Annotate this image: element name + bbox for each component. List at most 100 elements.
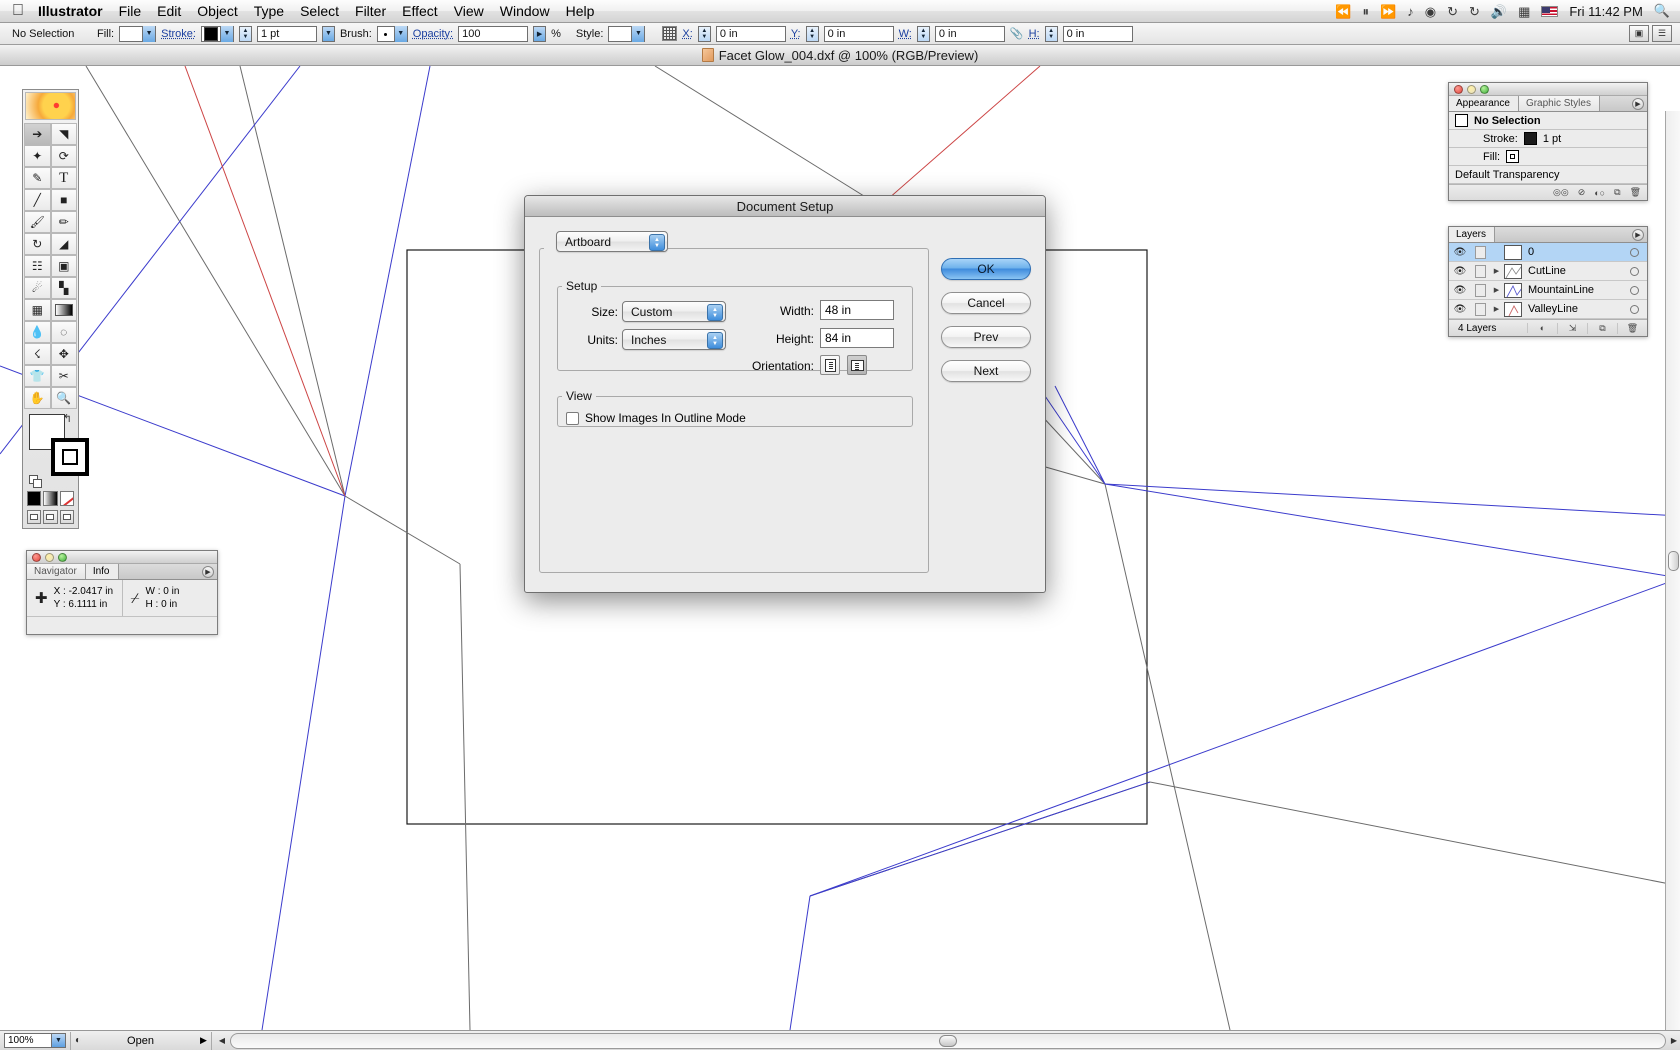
status-menu-arrow-icon[interactable]: ▶ — [200, 1035, 207, 1046]
music-note-icon[interactable]: ♪ — [1407, 5, 1414, 18]
control-bar-options-button[interactable]: ☰ — [1652, 25, 1672, 42]
chevron-down-icon[interactable]: ▼ — [220, 26, 233, 42]
menu-item-view[interactable]: View — [454, 3, 484, 19]
symbol-sprayer-tool[interactable]: ☄ — [24, 277, 51, 299]
menu-item-help[interactable]: Help — [566, 3, 595, 19]
menu-item-type[interactable]: Type — [254, 3, 284, 19]
target-indicator-icon[interactable] — [1621, 267, 1647, 276]
portrait-orientation-icon[interactable] — [820, 355, 840, 375]
show-images-outline-row[interactable]: Show Images In Outline Mode — [566, 411, 746, 425]
landscape-orientation-icon[interactable] — [847, 355, 867, 375]
clear-appearance-icon[interactable]: ⊘ — [1578, 187, 1586, 198]
layer-row-2[interactable]: 👁 ▶ MountainLine — [1449, 281, 1647, 300]
y-field[interactable]: 0 in — [824, 26, 894, 42]
x-stepper[interactable]: ▲▼ — [698, 26, 711, 42]
minimize-icon[interactable] — [45, 553, 54, 562]
x-field[interactable]: 0 in — [716, 26, 786, 42]
target-indicator-icon[interactable] — [1621, 305, 1647, 314]
horizontal-scrollbar[interactable] — [230, 1033, 1666, 1049]
appearance-fill-row[interactable]: Fill: — [1449, 148, 1647, 166]
chevron-updown-icon[interactable]: ▲▼ — [707, 304, 723, 321]
appearance-transparency-row[interactable]: Default Transparency — [1449, 166, 1647, 184]
menu-item-edit[interactable]: Edit — [157, 3, 181, 19]
column-graph-tool[interactable]: ▚ — [51, 277, 78, 299]
y-stepper[interactable]: ▲▼ — [806, 26, 819, 42]
lock-toggle-icon[interactable] — [1471, 246, 1489, 259]
vertical-scrollbar[interactable] — [1665, 111, 1680, 1050]
target-indicator-icon[interactable] — [1621, 286, 1647, 295]
disclosure-triangle-icon[interactable]: ▶ — [1489, 267, 1504, 275]
free-transform-tool[interactable]: ▣ — [51, 255, 78, 277]
lock-toggle-icon[interactable] — [1471, 284, 1489, 297]
show-images-outline-checkbox[interactable] — [566, 412, 579, 425]
palette-menu-icon[interactable]: ▶ — [1632, 229, 1644, 241]
layer-name[interactable]: MountainLine — [1528, 284, 1621, 296]
stroke-weight-stepper[interactable]: ▲▼ — [239, 26, 252, 42]
appearance-stroke-row[interactable]: Stroke: 1 pt — [1449, 130, 1647, 148]
selection-tool[interactable]: ➔ — [24, 123, 51, 145]
standard-screen-mode-button[interactable] — [27, 510, 41, 524]
layer-name[interactable]: 0 — [1528, 246, 1621, 258]
stroke-swatch[interactable]: ▼ — [201, 26, 234, 42]
stroke-color-swatch[interactable] — [51, 438, 89, 476]
fill-swatch[interactable]: ▼ — [119, 26, 156, 42]
full-screen-mode-button[interactable] — [60, 510, 74, 524]
eye-icon[interactable]: 👁 — [1449, 247, 1471, 258]
opacity-label[interactable]: Opacity: — [413, 28, 453, 40]
zoom-level-field[interactable]: 100% — [4, 1033, 52, 1048]
pencil-tool[interactable]: ✏ — [51, 211, 78, 233]
status-menu-icon[interactable]: ◐ — [75, 1035, 81, 1046]
size-dropdown[interactable]: Custom ▲▼ — [622, 301, 726, 322]
zoom-icon[interactable] — [58, 553, 67, 562]
pen-tool[interactable]: ✎ — [24, 167, 51, 189]
transform-panel-button[interactable]: ▣ — [1629, 25, 1649, 42]
live-paint-bucket-tool[interactable]: ☇ — [24, 343, 51, 365]
menu-item-object[interactable]: Object — [197, 3, 237, 19]
ok-button[interactable]: OK — [941, 258, 1031, 280]
palette-menu-icon[interactable]: ▶ — [202, 566, 214, 578]
spotlight-search-icon[interactable]: 🔍 — [1654, 3, 1670, 19]
full-screen-with-menubar-button[interactable] — [43, 510, 57, 524]
slice-tool[interactable]: 👕 — [24, 365, 51, 387]
live-paint-selection-tool[interactable]: ✥ — [51, 343, 78, 365]
document-title-bar[interactable]: Facet Glow_004.dxf @ 100% (RGB/Preview) — [0, 45, 1680, 66]
delete-selection-button[interactable]: 🗑 — [1617, 323, 1647, 334]
palette-menu-icon[interactable]: ▶ — [1632, 98, 1644, 110]
eye-icon[interactable]: 👁 — [1449, 266, 1471, 277]
units-dropdown[interactable]: Inches ▲▼ — [622, 329, 726, 350]
layer-name[interactable]: ValleyLine — [1528, 303, 1621, 315]
zoom-dropdown-icon[interactable]: ▼ — [52, 1033, 66, 1048]
stroke-label[interactable]: Stroke: — [161, 28, 196, 40]
status-text[interactable]: Open — [127, 1035, 154, 1047]
delete-item-icon[interactable]: 🗑 — [1630, 187, 1641, 198]
none-fill-mode-button[interactable] — [60, 491, 74, 506]
opacity-dropdown-icon[interactable]: ▶ — [533, 26, 546, 42]
layer-row-3[interactable]: 👁 ▶ ValleyLine — [1449, 300, 1647, 319]
chevron-down-icon[interactable]: ▼ — [142, 26, 155, 42]
w-field[interactable]: 0 in — [935, 26, 1005, 42]
appearance-fill-swatch[interactable] — [1506, 150, 1519, 163]
duplicate-item-icon[interactable]: ⧉ — [1614, 187, 1620, 198]
rectangle-tool[interactable]: ■ — [51, 189, 78, 211]
blend-tool[interactable]: ◌ — [51, 321, 78, 343]
chevron-updown-icon[interactable]: ▲▼ — [707, 332, 723, 349]
rotate-tool[interactable]: ↻ — [24, 233, 51, 255]
disclosure-triangle-icon[interactable]: ▶ — [1489, 305, 1504, 313]
menu-item-effect[interactable]: Effect — [402, 3, 438, 19]
eyedropper-tool[interactable]: 💧 — [24, 321, 51, 343]
tab-appearance[interactable]: Appearance — [1449, 96, 1519, 111]
appearance-palette-titlebar[interactable] — [1449, 83, 1647, 96]
color-fill-mode-button[interactable] — [27, 491, 41, 506]
display-icon[interactable]: ▦ — [1518, 5, 1530, 18]
close-icon[interactable] — [1454, 85, 1463, 94]
layer-row-0[interactable]: 👁 0 — [1449, 243, 1647, 262]
link-proportions-icon[interactable]: 📎 — [1010, 27, 1024, 40]
h-field[interactable]: 0 in — [1063, 26, 1133, 42]
chevron-down-icon[interactable]: ▼ — [631, 26, 644, 42]
lasso-tool[interactable]: ⟳ — [51, 145, 78, 167]
add-new-stroke-icon[interactable]: ◎◎ — [1553, 187, 1569, 198]
stroke-weight-dropdown-icon[interactable]: ▼ — [322, 26, 335, 42]
eye-icon[interactable]: 👁 — [1449, 304, 1471, 315]
menu-app-name[interactable]: Illustrator — [38, 3, 103, 19]
menu-item-filter[interactable]: Filter — [355, 3, 386, 19]
